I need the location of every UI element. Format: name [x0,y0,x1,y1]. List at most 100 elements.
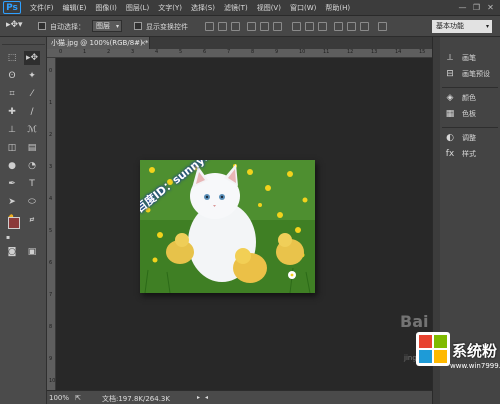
pen-tool-icon[interactable]: ✒ [4,177,20,191]
align-vcenter-icon[interactable] [218,22,227,31]
ruler-tick: 3 [49,164,53,170]
close-icon[interactable]: ✕ [485,2,496,13]
panel-adjustments[interactable]: ◐ 调整 [444,131,498,145]
site-watermark: Bai jingyan 系统粉 www.win7999.com [400,312,500,404]
status-menu-arrow-icon[interactable]: ▸ [197,394,200,401]
healing-brush-tool-icon[interactable]: ✚ [4,105,20,119]
options-bar: ▸✥▾ 自动选择： 图层 ▾ 显示变换控件 基本功能 ▾ [0,16,500,37]
blur-tool-icon[interactable]: ● [4,159,20,173]
ruler-tick: 2 [49,132,53,138]
menu-help[interactable]: 帮助(H) [325,3,350,13]
dodge-tool-icon[interactable]: ◔ [24,159,40,173]
tools-panel: ⬚ ▸✥ ʘ ✦ ⌗ ⁄ ✚ ∕ ⊥ ℳ ◫ ▤ ● ◔ ✒ T ➤ ⬭ ✋ ⌕… [0,37,47,404]
share-icon[interactable]: ⇱ [75,394,81,402]
ruler-tick: 14 [395,49,402,55]
auto-select-checkbox[interactable] [38,22,46,30]
ruler-tick: 8 [251,49,255,55]
brush-tool-icon[interactable]: ∕ [24,105,40,119]
minimize-icon[interactable]: — [457,2,468,13]
history-brush-tool-icon[interactable]: ℳ [24,123,40,137]
chevron-down-icon: ▾ [115,23,119,30]
menu-edit[interactable]: 编辑(E) [63,3,87,13]
menu-image[interactable]: 图像(I) [95,3,117,13]
ruler-tick: 4 [49,196,53,202]
distribute-right-icon[interactable] [360,22,369,31]
screen-mode-icon[interactable]: ▣ [24,245,40,259]
workspace-dropdown[interactable]: 基本功能 ▾ [432,20,492,33]
ruler-tick: 10 [299,49,306,55]
auto-select-label: 自动选择： [50,23,85,31]
tab-close-icon[interactable]: × [136,37,146,49]
move-tool-preset-icon[interactable]: ▸✥▾ [6,20,23,30]
ruler-tick: 0 [59,49,63,55]
panel-color[interactable]: ◈ 颜色 [444,91,498,105]
document-tab-title: 小猫.jpg @ 100%(RGB/8#) * [51,39,149,47]
align-left-icon[interactable] [247,22,256,31]
photoshop-logo: Ps [3,1,21,14]
distribute-vcenter-icon[interactable] [305,22,314,31]
menu-type[interactable]: 文字(Y) [158,3,182,13]
ellipse-tool-icon[interactable]: ⬭ [24,195,40,209]
align-bottom-icon[interactable] [231,22,240,31]
align-top-icon[interactable] [205,22,214,31]
foreground-color-swatch[interactable] [8,217,20,229]
scroll-left-icon[interactable]: ◂ [205,394,208,401]
clone-stamp-tool-icon[interactable]: ⊥ [4,123,20,137]
ruler-tick: 9 [275,49,279,55]
auto-select-dropdown[interactable]: 图层 ▾ [92,20,122,32]
panel-brush[interactable]: ⟂ 画笔 [444,51,498,65]
menu-filter[interactable]: 滤镜(T) [224,3,248,13]
distribute-bottom-icon[interactable] [318,22,327,31]
show-transform-checkbox[interactable] [134,22,142,30]
document-image[interactable]: 百度ID：sunnyMelody [140,160,315,293]
auto-align-icon[interactable] [378,22,387,31]
path-selection-tool-icon[interactable]: ➤ [4,195,20,209]
ruler-tick: 11 [323,49,330,55]
ruler-tick: 9 [49,356,53,362]
align-right-icon[interactable] [273,22,282,31]
panel-brush-presets[interactable]: ⊟ 画笔预设 [444,67,498,81]
swap-colors-icon[interactable]: ⇄ [28,215,36,223]
eyedropper-tool-icon[interactable]: ⁄ [24,87,40,101]
distribute-left-icon[interactable] [334,22,343,31]
panel-swatches[interactable]: ▦ 色板 [444,107,498,121]
align-hcenter-icon[interactable] [260,22,269,31]
distribute-top-icon[interactable] [292,22,301,31]
menu-view[interactable]: 视图(V) [257,3,281,13]
panel-styles[interactable]: fx 样式 [444,147,498,161]
ruler-tick: 2 [107,49,111,55]
gradient-tool-icon[interactable]: ▤ [24,141,40,155]
menu-layer[interactable]: 图层(L) [126,3,149,13]
ruler-tick: 1 [49,100,53,106]
document-info: 文档:197.8K/264.3K [102,395,170,403]
magic-wand-tool-icon[interactable]: ✦ [24,69,40,83]
menu-select[interactable]: 选择(S) [191,3,215,13]
watermark-site-name: 系统粉 [452,342,498,360]
restore-icon[interactable]: ❐ [471,2,482,13]
zoom-level[interactable]: 100% [49,394,69,402]
type-tool-icon[interactable]: T [24,177,40,191]
move-tool-icon[interactable]: ▸✥ [24,51,40,65]
quick-mask-icon[interactable]: ◙ [4,245,20,259]
ruler-horizontal[interactable]: 0 1 2 3 4 5 6 7 8 9 10 11 12 13 14 15 [47,49,432,58]
crop-tool-icon[interactable]: ⌗ [4,87,20,101]
brush-presets-icon: ⊟ [446,69,454,79]
status-bar: 100% ⇱ 文档:197.8K/264.3K ▸ ◂ [47,390,432,404]
ruler-vertical[interactable]: 0 1 2 3 4 5 6 7 8 9 10 [47,58,56,390]
menu-window[interactable]: 窗口(W) [290,3,316,13]
eraser-tool-icon[interactable]: ◫ [4,141,20,155]
tools-panel-handle[interactable] [2,39,45,45]
ruler-tick: 6 [203,49,207,55]
distribute-hcenter-icon[interactable] [347,22,356,31]
auto-select-value: 图层 [96,22,110,30]
document-tab[interactable]: 小猫.jpg @ 100%(RGB/8#) * × [47,37,150,49]
default-colors-icon[interactable]: ▪ [4,233,12,241]
marquee-tool-icon[interactable]: ⬚ [4,51,20,65]
show-transform-label: 显示变换控件 [146,23,188,31]
ruler-tick: 7 [227,49,231,55]
lasso-tool-icon[interactable]: ʘ [4,69,20,83]
ruler-tick: 13 [371,49,378,55]
menu-file[interactable]: 文件(F) [30,3,54,13]
ruler-tick: 3 [131,49,135,55]
ruler-tick: 5 [179,49,183,55]
